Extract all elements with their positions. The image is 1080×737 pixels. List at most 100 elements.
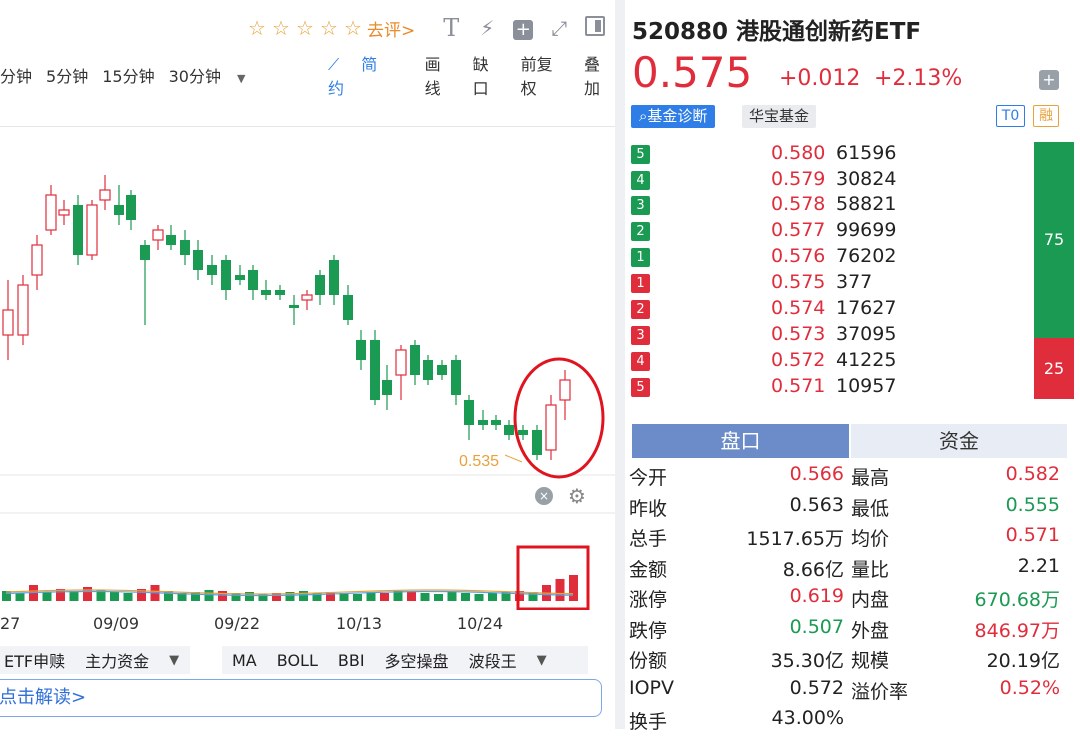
chevron-down-icon[interactable]: ▼ (169, 653, 179, 668)
stat-value: 20.19亿 (986, 650, 1060, 672)
fund-company-tag[interactable]: 华宝基金 (742, 105, 817, 128)
stat-label: 份额 (629, 650, 668, 672)
gear-icon[interactable]: ⚙ (568, 484, 586, 508)
chart-toolbar: ☆ ☆ ☆ ☆ ☆ 去评> T ⚡ + ⤢ (245, 12, 613, 44)
star-icon[interactable]: ☆ (269, 16, 293, 40)
panel-divider (615, 0, 625, 729)
tab-wave-king[interactable]: 波段王 (469, 648, 517, 672)
tab-bbi[interactable]: BBI (338, 651, 365, 670)
interpret-button[interactable]: 点击解读> (0, 679, 602, 717)
candle-body (356, 340, 366, 360)
stat-label: 今开 (629, 467, 668, 489)
candle-body (437, 365, 447, 375)
candle-body (532, 430, 542, 455)
add-watchlist-icon[interactable]: + (1039, 70, 1059, 90)
candle-body (140, 245, 150, 260)
adjust-button[interactable]: 前复权 (521, 51, 567, 99)
tab-main-capital[interactable]: 主力资金 (85, 648, 149, 672)
draw-line-button[interactable]: 画线 (425, 51, 456, 99)
review-link[interactable]: 去评> (367, 16, 415, 41)
candle-body (261, 290, 271, 295)
candle-body (451, 360, 461, 395)
overlay-button[interactable]: 叠加 (584, 51, 615, 99)
add-icon[interactable]: + (505, 16, 541, 40)
close-icon[interactable]: × (535, 487, 553, 505)
gap-button[interactable]: 缺口 (473, 51, 504, 99)
star-icon[interactable]: ☆ (341, 16, 365, 40)
stat-value: 0.619 (789, 585, 844, 607)
low-annotation: 0.535 (459, 453, 499, 470)
volume-bar (218, 591, 227, 601)
tab-etf-subscribe[interactable]: ETF申赎 (4, 648, 65, 672)
tab-boll[interactable]: BOLL (277, 651, 318, 670)
volume-bar (164, 591, 173, 601)
tab-capital[interactable]: 资金 (851, 424, 1067, 458)
tab-long-short[interactable]: 多空操盘 (385, 648, 449, 672)
candle-body (410, 345, 420, 375)
date-label: 09/22 (214, 614, 261, 633)
fund-diagnosis-button[interactable]: ⌕基金诊断 (631, 105, 716, 128)
candle-body (17, 284, 29, 336)
tab-ma[interactable]: MA (232, 651, 257, 670)
volume-bar (420, 593, 430, 601)
volume-bar (380, 593, 389, 601)
text-icon[interactable]: T (433, 14, 469, 42)
stat-value: 43.00% (771, 707, 844, 729)
price-change-pct: +2.13% (874, 66, 963, 91)
stat-value: 670.68万 (974, 589, 1060, 611)
candle-body (275, 290, 285, 295)
indicator-tabs: ETF申赎 主力资金 ▼ MA BOLL BBI 多空操盘 波段王 ▼ (0, 646, 615, 674)
sell-row: 5 0.580 61596 (631, 142, 1031, 168)
stat-value: 0.582 (1005, 463, 1060, 485)
period-tab[interactable]: 分钟 (0, 63, 32, 87)
candle-body (395, 349, 407, 376)
date-label: 09/09 (93, 614, 140, 633)
simple-mode-button[interactable]: ⟋ 简约 (328, 51, 408, 99)
stat-label: 涨停 (629, 589, 668, 611)
candle-body (518, 430, 528, 435)
stat-label: IOPV (629, 676, 675, 699)
stat-value: 0.507 (789, 615, 844, 638)
stat-value: 0.555 (1005, 493, 1060, 516)
price-change: +0.012 (779, 66, 861, 91)
volume-bar (353, 594, 362, 601)
stat-row: 总手 1517.65万 均价 0.571 (629, 524, 1074, 554)
chevron-down-icon[interactable]: ▼ (537, 653, 547, 668)
date-label: 27 (0, 614, 21, 633)
sell-ratio: 75 (1043, 230, 1065, 249)
sell-row: 2 0.577 99699 (631, 219, 1031, 245)
star-icon[interactable]: ☆ (293, 16, 317, 40)
candle-body (221, 260, 231, 290)
candle-body (58, 209, 70, 216)
stat-label: 均价 (851, 528, 890, 550)
volume-bar (407, 592, 416, 601)
indicator-group-right: MA BOLL BBI 多空操盘 波段王 ▼ (222, 646, 588, 674)
flash-icon[interactable]: ⚡ (469, 16, 505, 40)
tab-order-panel[interactable]: 盘口 (632, 424, 849, 458)
sell-row: 4 0.579 30824 (631, 168, 1031, 194)
candle-body (2, 309, 14, 336)
stat-label: 规模 (851, 650, 890, 672)
quote-panel: 520880 港股通创新药ETF 0.575 +0.012 +2.13% + ⌕… (625, 0, 1080, 733)
candle-body (166, 235, 176, 245)
candle-body (315, 275, 325, 295)
sell-row: 1 0.576 76202 (631, 245, 1031, 271)
buy-row: 3 0.573 37095 (631, 323, 1031, 349)
candle-body (126, 195, 136, 220)
stat-value: 0.52% (999, 676, 1060, 699)
star-icon[interactable]: ☆ (245, 16, 269, 40)
candle-body (99, 189, 111, 201)
period-tab[interactable]: 5分钟 (46, 63, 88, 87)
stat-row: 换手 43.00% (629, 707, 1074, 737)
stat-value: 8.66亿 (782, 558, 844, 581)
highlight-circle (513, 357, 605, 479)
fullscreen-icon[interactable]: ⤢ (541, 16, 577, 40)
stat-label: 量比 (851, 558, 890, 581)
line-chart-icon: ⟋ (328, 55, 340, 74)
period-tab[interactable]: 30分钟 ▼ (169, 63, 260, 87)
star-icon[interactable]: ☆ (317, 16, 341, 40)
candlestick-chart[interactable]: 0.535 (0, 130, 615, 610)
volume-bar (69, 591, 79, 601)
panel-icon[interactable] (577, 15, 613, 41)
period-tab[interactable]: 15分钟 (102, 63, 154, 87)
